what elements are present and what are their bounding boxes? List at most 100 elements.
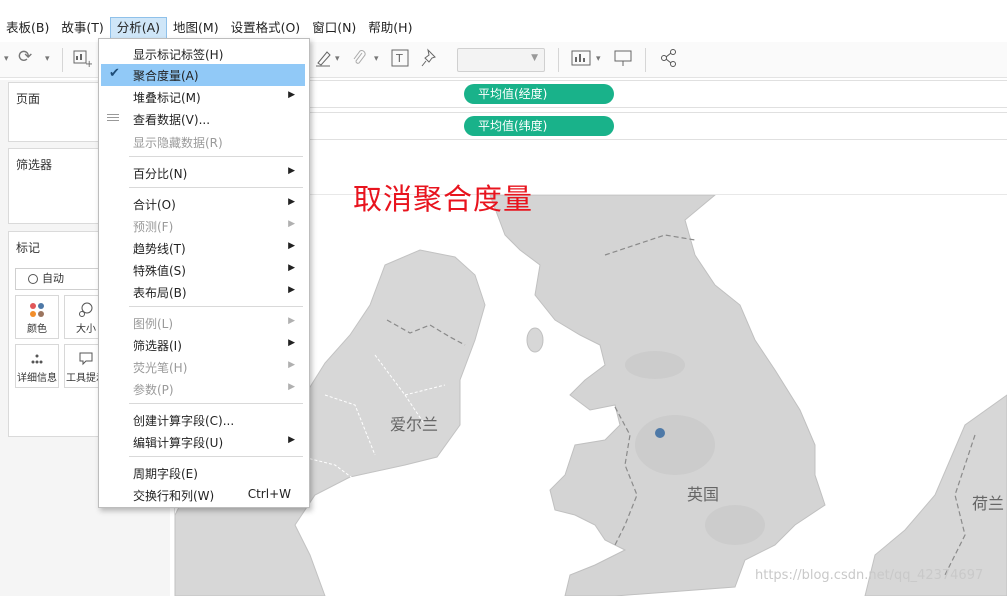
- map-label-netherlands: 荷兰: [972, 494, 1005, 513]
- menu-item-table-layout[interactable]: 表布局(B) ▶: [99, 281, 309, 303]
- menu-item-label: 查看数据(V)...: [133, 113, 211, 127]
- menu-separator: [129, 403, 303, 404]
- menu-item-label: 趋势线(T): [133, 242, 186, 256]
- paperclip-icon[interactable]: [350, 48, 368, 72]
- menu-item-cycle-fields[interactable]: 周期字段(E): [99, 462, 309, 484]
- menu-analysis[interactable]: 分析(A): [109, 17, 168, 39]
- detail-label: 详细信息: [17, 373, 57, 384]
- menu-map[interactable]: 地图(M): [167, 17, 225, 39]
- submenu-arrow-icon: ▶: [288, 166, 295, 176]
- menu-dashboard[interactable]: 表板(B): [0, 17, 55, 39]
- land-isle-of-man: [526, 327, 544, 353]
- menu-item-label: 合计(O): [133, 198, 176, 212]
- watermark-text: https://blog.csdn.net/qq_42374697: [755, 568, 984, 583]
- menu-item-swap-rows-columns[interactable]: 交换行和列(W) Ctrl+W: [99, 484, 309, 506]
- menu-item-label: 图例(L): [133, 317, 174, 331]
- map-label-uk: 英国: [687, 485, 720, 504]
- rows-pill[interactable]: 平均值(纬度): [464, 116, 614, 136]
- pin-icon[interactable]: [421, 48, 439, 72]
- color-button[interactable]: 颜色: [15, 295, 59, 339]
- menu-separator: [129, 456, 303, 457]
- menu-help[interactable]: 帮助(H): [362, 17, 418, 39]
- submenu-arrow-icon: ▶: [288, 316, 295, 326]
- svg-text:+: +: [85, 59, 92, 68]
- submenu-arrow-icon: ▶: [288, 338, 295, 348]
- menu-item-edit-calculated-field[interactable]: 编辑计算字段(U) ▶: [99, 431, 309, 453]
- menu-item-stack-marks[interactable]: 堆叠标记(M) ▶: [99, 86, 309, 108]
- menu-item-forecast[interactable]: 预测(F) ▶: [99, 215, 309, 237]
- menu-window[interactable]: 窗口(N): [306, 17, 362, 39]
- svg-text:T: T: [395, 52, 403, 65]
- menu-separator: [129, 187, 303, 188]
- fit-dropdown[interactable]: ▼: [457, 48, 545, 72]
- share-icon[interactable]: [660, 48, 678, 72]
- toolbar-separator: [62, 48, 63, 72]
- urban-area: [635, 415, 715, 475]
- menu-item-label: 创建计算字段(C)...: [133, 414, 235, 428]
- size-label: 大小: [76, 324, 96, 335]
- menu-item-label: 百分比(N): [133, 167, 188, 181]
- analysis-menu: 显示标记标签(H) ✔ 聚合度量(A) 堆叠标记(M) ▶ 查看数据(V)...…: [98, 38, 310, 508]
- menu-item-special-values[interactable]: 特殊值(S) ▶: [99, 259, 309, 281]
- menu-format[interactable]: 设置格式(O): [225, 17, 307, 39]
- columns-pill[interactable]: 平均值(经度): [464, 84, 614, 104]
- menu-item-legends[interactable]: 图例(L) ▶: [99, 312, 309, 334]
- data-point: [655, 428, 665, 438]
- menu-item-view-data[interactable]: 查看数据(V)...: [99, 108, 309, 130]
- detail-button[interactable]: 详细信息: [15, 344, 59, 388]
- presentation-icon[interactable]: [613, 48, 633, 72]
- urban-area: [705, 505, 765, 545]
- menu-separator: [129, 156, 303, 157]
- menu-item-label: 显示标记标签(H): [133, 48, 224, 62]
- menu-item-create-calculated-field[interactable]: 创建计算字段(C)...: [99, 409, 309, 431]
- menu-item-parameters[interactable]: 参数(P) ▶: [99, 378, 309, 400]
- menu-item-label: 预测(F): [133, 220, 174, 234]
- highlighter-icon[interactable]: [314, 48, 334, 72]
- menu-item-shortcut: Ctrl+W: [247, 487, 291, 501]
- color-palette-icon: [16, 296, 58, 320]
- urban-area: [625, 351, 685, 379]
- dropdown-arrow-icon[interactable]: ▾: [596, 54, 601, 64]
- submenu-arrow-icon: ▶: [288, 435, 295, 445]
- menu-item-percentage[interactable]: 百分比(N) ▶: [99, 162, 309, 184]
- menu-story[interactable]: 故事(T): [55, 17, 109, 39]
- menu-item-aggregate-measures[interactable]: ✔ 聚合度量(A): [101, 64, 305, 86]
- menu-item-label: 筛选器(I): [133, 339, 182, 353]
- menu-item-highlighters[interactable]: 荧光笔(H) ▶: [99, 356, 309, 378]
- list-icon: [107, 114, 119, 123]
- menu-item-show-hidden-data[interactable]: 显示隐藏数据(R): [99, 131, 309, 153]
- menu-item-filters[interactable]: 筛选器(I) ▶: [99, 334, 309, 356]
- refresh-icon[interactable]: ⟳: [18, 47, 32, 67]
- menu-item-totals[interactable]: 合计(O) ▶: [99, 193, 309, 215]
- dropdown-arrow-icon[interactable]: ▾: [374, 54, 379, 64]
- menu-item-label: 显示隐藏数据(R): [133, 136, 223, 150]
- show-me-icon[interactable]: [571, 49, 593, 71]
- annotation-text: 取消聚合度量: [353, 182, 534, 216]
- menu-item-show-mark-labels[interactable]: 显示标记标签(H): [99, 43, 309, 65]
- dropdown-arrow-icon[interactable]: ▾: [45, 54, 50, 64]
- marks-title: 标记: [16, 241, 41, 255]
- checkmark-icon: ✔: [109, 66, 120, 81]
- circle-icon: [28, 274, 38, 284]
- menubar: 表板(B) 故事(T) 分析(A) 地图(M) 设置格式(O) 窗口(N) 帮助…: [0, 16, 1007, 40]
- detail-dots-icon: [16, 345, 58, 369]
- toolbar-separator: [558, 48, 559, 72]
- menu-item-label: 周期字段(E): [133, 467, 198, 481]
- dropdown-arrow-icon[interactable]: ▾: [335, 54, 340, 64]
- menu-item-label: 参数(P): [133, 383, 174, 397]
- submenu-arrow-icon: ▶: [288, 263, 295, 273]
- text-box-icon[interactable]: T: [391, 49, 409, 71]
- submenu-arrow-icon: ▶: [288, 285, 295, 295]
- map-label-ireland: 爱尔兰: [390, 415, 439, 434]
- toolbar-separator: [645, 48, 646, 72]
- pages-title: 页面: [16, 92, 41, 106]
- new-chart-icon[interactable]: +: [72, 48, 93, 72]
- land-great-britain: [489, 195, 826, 596]
- menu-separator: [129, 306, 303, 307]
- filters-title: 筛选器: [16, 158, 53, 172]
- menu-item-trend-lines[interactable]: 趋势线(T) ▶: [99, 237, 309, 259]
- dropdown-arrow-icon[interactable]: ▾: [4, 54, 9, 64]
- submenu-arrow-icon: ▶: [288, 241, 295, 251]
- submenu-arrow-icon: ▶: [288, 360, 295, 370]
- menu-item-label: 编辑计算字段(U): [133, 436, 224, 450]
